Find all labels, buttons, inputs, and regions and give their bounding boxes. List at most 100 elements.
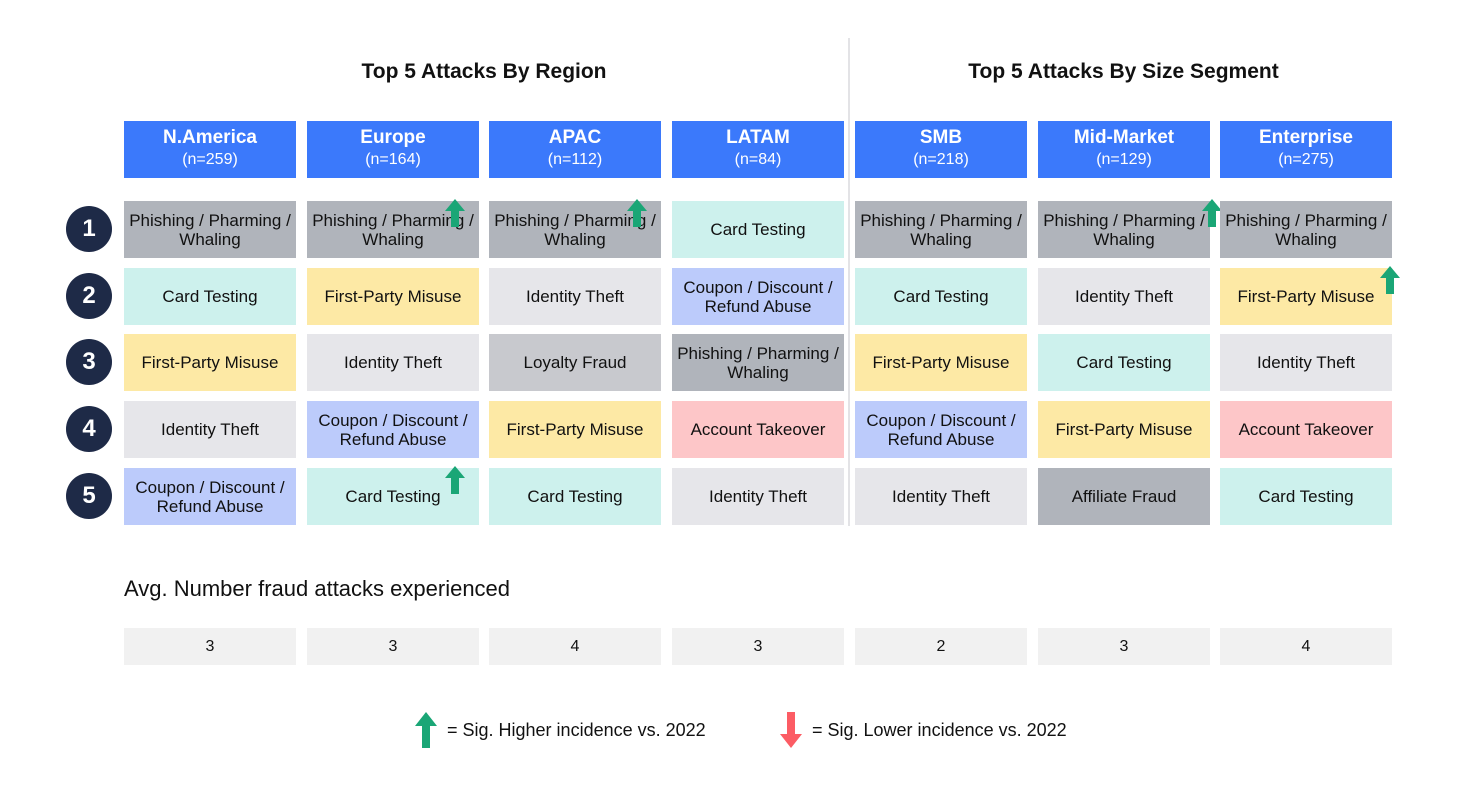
- column-name: SMB: [919, 127, 963, 148]
- attack-cell: Card Testing: [124, 268, 296, 325]
- attack-label: Phishing / Pharming / Whaling: [860, 210, 1022, 249]
- attack-label: Card Testing: [162, 287, 258, 306]
- attack-label: Coupon / Discount / Refund Abuse: [683, 277, 833, 316]
- avg-value: 3: [672, 628, 844, 665]
- column-header: N.America (n=259): [124, 121, 296, 178]
- rank-badge: 5: [66, 473, 112, 519]
- sample-size: (n=112): [547, 151, 603, 168]
- attack-label: Phishing / Pharming / Whaling: [677, 343, 839, 382]
- attack-cell: Coupon / Discount / Refund Abuse: [855, 401, 1027, 458]
- arrow-up-icon: [627, 199, 647, 227]
- attack-label: Identity Theft: [1075, 287, 1173, 306]
- sample-size: (n=84): [734, 151, 782, 168]
- attack-cell: First-Party Misuse: [855, 334, 1027, 391]
- column-header: APAC (n=112): [489, 121, 661, 178]
- attack-label: Account Takeover: [690, 420, 826, 439]
- attack-cell: Card Testing: [1038, 334, 1210, 391]
- attack-cell: Identity Theft: [124, 401, 296, 458]
- attack-cell: Affiliate Fraud: [1038, 468, 1210, 525]
- column-header: LATAM (n=84): [672, 121, 844, 178]
- attack-label: Phishing / Pharming / Whaling: [1043, 210, 1205, 249]
- arrow-up-icon: [445, 199, 465, 227]
- attack-cell: Account Takeover: [672, 401, 844, 458]
- rank-badge: 3: [66, 339, 112, 385]
- column-header: Europe (n=164): [307, 121, 479, 178]
- attack-cell: Phishing / Pharming / Whaling: [124, 201, 296, 258]
- attack-cell: Phishing / Pharming / Whaling: [672, 334, 844, 391]
- attack-label: Card Testing: [893, 287, 989, 306]
- legend-higher-text: = Sig. Higher incidence vs. 2022: [447, 719, 706, 740]
- attack-cell: First-Party Misuse: [124, 334, 296, 391]
- avg-attacks-label: Avg. Number fraud attacks experienced: [124, 576, 511, 601]
- avg-value: 3: [307, 628, 479, 665]
- attack-cell: Coupon / Discount / Refund Abuse: [307, 401, 479, 458]
- region-section-title: Top 5 Attacks By Region: [361, 60, 607, 83]
- section-divider: [848, 38, 850, 526]
- attack-label: Coupon / Discount / Refund Abuse: [866, 410, 1016, 449]
- legend-higher: = Sig. Higher incidence vs. 2022: [415, 712, 706, 748]
- arrow-up-icon: [445, 466, 465, 494]
- attack-label: Phishing / Pharming / Whaling: [129, 210, 291, 249]
- attack-label: First-Party Misuse: [506, 420, 644, 439]
- arrow-up-icon: [1380, 266, 1400, 294]
- rank-badge: 4: [66, 406, 112, 452]
- attack-label: Identity Theft: [161, 420, 259, 439]
- arrow-up-icon: [415, 712, 437, 748]
- attack-cell: Card Testing: [489, 468, 661, 525]
- attack-cell: Identity Theft: [855, 468, 1027, 525]
- attack-label: Loyalty Fraud: [523, 353, 627, 372]
- attack-cell: First-Party Misuse: [1220, 268, 1392, 325]
- avg-value: 4: [1220, 628, 1392, 665]
- attack-cell: Card Testing: [855, 268, 1027, 325]
- attack-cell: Phishing / Pharming / Whaling: [855, 201, 1027, 258]
- attack-label: First-Party Misuse: [872, 353, 1010, 372]
- column-header: Mid-Market (n=129): [1038, 121, 1210, 178]
- sample-size: (n=275): [1278, 151, 1334, 168]
- avg-value: 4: [489, 628, 661, 665]
- attack-label: Account Takeover: [1238, 420, 1374, 439]
- attack-cell: Loyalty Fraud: [489, 334, 661, 391]
- sample-size: (n=218): [913, 151, 969, 168]
- attack-label: First-Party Misuse: [1055, 420, 1193, 439]
- attack-label: Identity Theft: [709, 487, 807, 506]
- attack-label: Card Testing: [345, 487, 441, 506]
- sample-size: (n=129): [1096, 151, 1152, 168]
- attack-cell: Phishing / Pharming / Whaling: [1038, 201, 1210, 258]
- attack-cell: Identity Theft: [489, 268, 661, 325]
- attack-label: Identity Theft: [892, 487, 990, 506]
- column-name: Europe: [360, 127, 426, 148]
- attack-cell: First-Party Misuse: [1038, 401, 1210, 458]
- attack-label: Identity Theft: [1257, 353, 1355, 372]
- arrow-down-icon: [780, 712, 802, 748]
- attack-cell: Identity Theft: [1038, 268, 1210, 325]
- attack-label: Phishing / Pharming / Whaling: [1225, 210, 1387, 249]
- attack-cell: First-Party Misuse: [489, 401, 661, 458]
- attack-label: Card Testing: [1076, 353, 1172, 372]
- attack-label: Identity Theft: [344, 353, 442, 372]
- rank-badge: 2: [66, 273, 112, 319]
- column-header: Enterprise (n=275): [1220, 121, 1392, 178]
- column-name: Mid-Market: [1073, 127, 1175, 148]
- avg-value: 3: [124, 628, 296, 665]
- column-name: N.America: [163, 127, 257, 148]
- attack-label: First-Party Misuse: [324, 287, 462, 306]
- attack-cell: Identity Theft: [672, 468, 844, 525]
- legend-lower: = Sig. Lower incidence vs. 2022: [780, 712, 1067, 748]
- attack-label: Identity Theft: [526, 287, 624, 306]
- attack-cell: Coupon / Discount / Refund Abuse: [124, 468, 296, 525]
- sample-size: (n=259): [182, 151, 238, 168]
- attack-cell: Identity Theft: [1220, 334, 1392, 391]
- column-name: Enterprise: [1259, 127, 1353, 148]
- rank-badge: 1: [66, 206, 112, 252]
- attack-label: First-Party Misuse: [1237, 287, 1375, 306]
- attack-cell: Card Testing: [672, 201, 844, 258]
- attack-label: Card Testing: [710, 220, 806, 239]
- arrow-up-icon: [1202, 199, 1222, 227]
- attack-label: Card Testing: [527, 487, 623, 506]
- attack-cell: Coupon / Discount / Refund Abuse: [672, 268, 844, 325]
- legend-lower-text: = Sig. Lower incidence vs. 2022: [812, 719, 1067, 740]
- attack-cell: Phishing / Pharming / Whaling: [1220, 201, 1392, 258]
- attack-cell: Account Takeover: [1220, 401, 1392, 458]
- sample-size: (n=164): [365, 151, 421, 168]
- size-section-title: Top 5 Attacks By Size Segment: [968, 60, 1279, 83]
